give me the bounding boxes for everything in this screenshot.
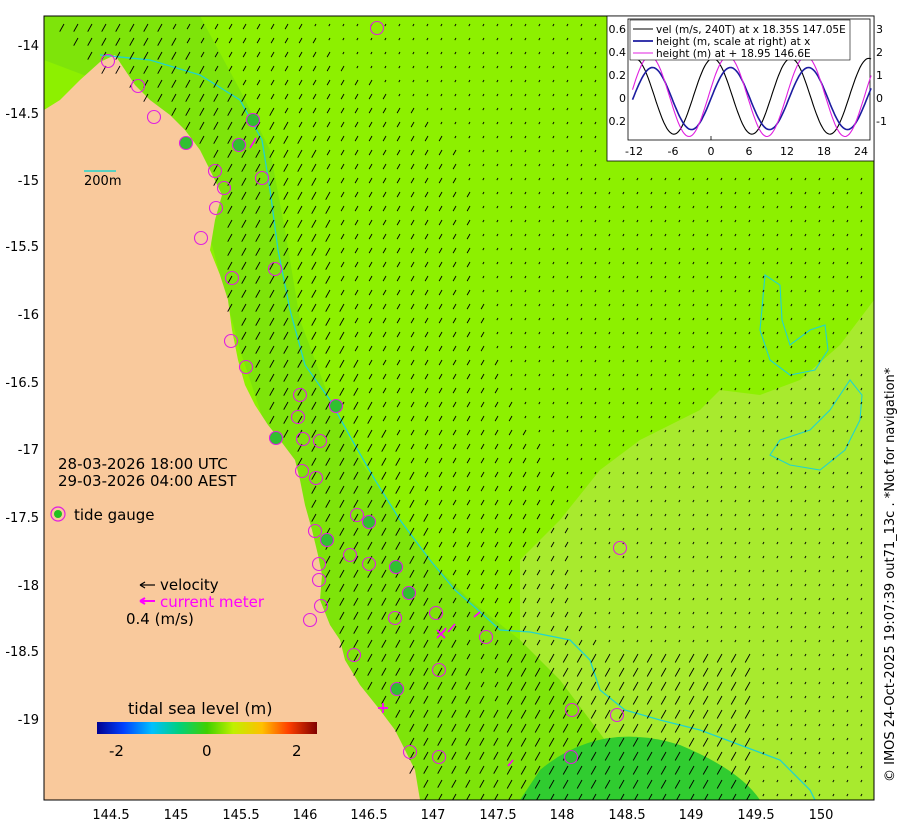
inset-legend-label: vel (m/s, 240T) at x 18.35S 147.05E xyxy=(656,24,846,36)
tide-gauge-marker xyxy=(388,559,404,575)
inset-left-tick: 0.2 xyxy=(609,69,627,82)
inset-right-tick: 0 xyxy=(876,92,883,105)
y-tick: -15 xyxy=(18,174,39,189)
x-tick: 145.5 xyxy=(222,808,259,823)
inset-right-tick: -1 xyxy=(876,115,887,128)
x-tick: 144.5 xyxy=(92,808,129,823)
time-aest: 29-03-2026 04:00 AEST xyxy=(58,472,237,490)
x-tick: 146 xyxy=(293,808,318,823)
y-tick: -16.5 xyxy=(5,376,39,391)
legend-tide-gauge-dot xyxy=(54,510,62,518)
inset-x-tick: 12 xyxy=(780,145,794,158)
tide-gauge-marker xyxy=(389,681,405,697)
inset-right-tick: 3 xyxy=(876,23,883,36)
y-tick: -17 xyxy=(18,443,39,458)
legend-tide-gauge-label: tide gauge xyxy=(74,506,155,524)
inset-x-tick: 0 xyxy=(708,145,715,158)
inset-legend: vel (m/s, 240T) at x 18.35S 147.05E heig… xyxy=(629,19,851,61)
inset-x-tick: 24 xyxy=(854,145,868,158)
colorbar-tick-2: 2 xyxy=(292,742,302,760)
colorbar-title: tidal sea level (m) xyxy=(128,699,272,718)
inset-left-tick: 0.4 xyxy=(609,46,627,59)
x-tick: 148 xyxy=(550,808,575,823)
inset-left-tick: 0.2 xyxy=(609,115,627,128)
x-tick: 148.5 xyxy=(608,808,645,823)
x-tick: 150 xyxy=(809,808,834,823)
legend-speed-scale: 0.4 (m/s) xyxy=(126,610,194,628)
legend-current-meter-label: current meter xyxy=(160,593,265,611)
y-tick: -18.5 xyxy=(5,645,39,660)
y-tick: -14 xyxy=(18,39,39,54)
inset-x-tick: -6 xyxy=(668,145,679,158)
inset-legend-label: height (m) at + 18.95 146.6E xyxy=(656,48,811,60)
inset-left-tick: 0.6 xyxy=(609,23,627,36)
inset-left-tick: 0 xyxy=(619,92,626,105)
y-tick: -16 xyxy=(18,308,39,323)
tide-gauge-marker xyxy=(231,137,247,153)
inset-right-axis: 3 2 1 0 -1 xyxy=(876,23,887,128)
x-tick: 146.5 xyxy=(350,808,387,823)
inset-x-tick: 18 xyxy=(817,145,831,158)
tide-gauge-marker xyxy=(401,585,417,601)
tide-gauge-marker xyxy=(319,532,335,548)
x-axis: 144.5 145 145.5 146 146.5 147 147.5 148 … xyxy=(92,808,833,823)
x-tick: 145 xyxy=(164,808,189,823)
legend-velocity-label: velocity xyxy=(160,576,219,594)
scale-bar-label: 200m xyxy=(84,174,121,189)
y-tick: -14.5 xyxy=(5,107,39,122)
y-tick: -19 xyxy=(18,713,39,728)
x-tick: 147 xyxy=(421,808,446,823)
x-tick: 147.5 xyxy=(479,808,516,823)
x-tick: 149.5 xyxy=(737,808,774,823)
tide-gauge-marker xyxy=(563,749,579,765)
tide-gauge-marker xyxy=(361,514,377,530)
colorbar-tick-0: 0 xyxy=(202,742,212,760)
inset-right-tick: 2 xyxy=(876,46,883,59)
tidal-map-figure: 200m 28-03-2026 18:00 UTC 29-03-2026 04:… xyxy=(5,15,898,823)
tide-gauge-marker xyxy=(268,430,284,446)
x-tick: 149 xyxy=(679,808,704,823)
y-tick: -18 xyxy=(18,579,39,594)
time-utc: 28-03-2026 18:00 UTC xyxy=(58,455,228,473)
inset-right-tick: 1 xyxy=(876,69,883,82)
inset-x-tick: 6 xyxy=(746,145,753,158)
inset-legend-label: height (m, scale at right) at x xyxy=(656,36,810,48)
inset-plot: 0.6 0.4 0.2 0 0.2 3 2 1 0 -1 -12 -6 0 6 … xyxy=(606,15,887,162)
y-tick: -15.5 xyxy=(5,240,39,255)
tide-gauge-marker xyxy=(178,135,194,151)
colorbar-tick-neg2: -2 xyxy=(109,742,124,760)
inset-x-tick: -12 xyxy=(625,145,643,158)
y-axis: -14 -14.5 -15 -15.5 -16 -16.5 -17 -17.5 … xyxy=(5,39,39,728)
credit-text: © IMOS 24-Oct-2025 19:07:39 out71_13c . … xyxy=(883,367,898,782)
colorbar xyxy=(97,722,317,734)
tide-gauge-marker xyxy=(245,112,261,128)
tide-gauge-marker xyxy=(328,398,344,414)
y-tick: -17.5 xyxy=(5,511,39,526)
